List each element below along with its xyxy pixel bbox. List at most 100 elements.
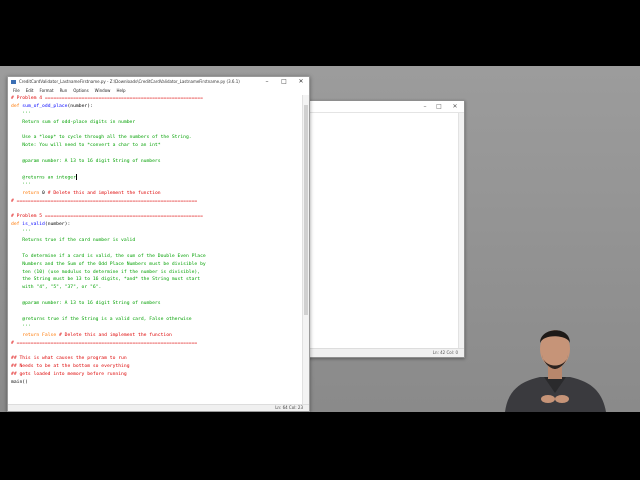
code-line[interactable]: @returns an integer [11,173,302,182]
editor-status-bar: Ln: 64 Col: 23 [8,404,309,411]
code-line[interactable]: the String must be 13 to 16 digits, *and… [11,276,302,284]
menu-edit[interactable]: Edit [23,87,37,95]
code-line[interactable] [11,127,302,135]
text-cursor [75,173,77,180]
code-token: @returns true if the String is a valid c… [11,316,192,322]
code-line[interactable]: # ======================================… [11,340,302,348]
code-token: ten (10) (use modulus to determine if th… [11,269,201,275]
code-line[interactable]: ## This is what causes the program to ru… [11,355,302,363]
code-line[interactable] [11,348,302,356]
code-token: sum_of_odd_place [22,103,68,109]
code-token: @returns an integer [11,175,76,181]
code-line[interactable]: main() [11,379,302,387]
code-token: To determine if a card is valid, the sum… [11,253,206,259]
code-line[interactable] [11,308,302,316]
code-line[interactable]: @param number: A 13 to 16 digit String o… [11,158,302,166]
code-token: Numbers and the Sum of the Odd Place Num… [11,261,206,267]
code-token: def [11,103,23,109]
code-line[interactable]: ten (10) (use modulus to determine if th… [11,269,302,277]
code-line[interactable]: ''' [11,111,302,119]
python-shell-window[interactable]: – □ ✕ Ln: 42 Col: 0 [300,100,465,358]
shell-maximize-button[interactable]: □ [434,101,444,112]
code-line[interactable]: Note: You will need to *convert a char t… [11,142,302,150]
code-token: @param number: A 13 to 16 digit String o… [11,159,161,165]
code-token: the String must be 13 to 16 digits, *and… [11,277,201,283]
shell-titlebar[interactable]: – □ ✕ [301,101,464,113]
code-token: ## This is what causes the program to ru… [11,356,127,362]
code-line[interactable] [11,205,302,213]
code-token: ''' [11,230,31,236]
code-line[interactable]: ''' [11,324,302,332]
code-line[interactable] [11,166,302,174]
code-token: ''' [11,182,31,188]
menu-help[interactable]: Help [113,87,128,95]
code-token: False [42,332,59,338]
desktop-area: – □ ✕ Ln: 42 Col: 0 CreditCardValidator_… [0,66,640,412]
code-line[interactable]: ''' [11,182,302,190]
code-line[interactable]: Returns true if the card number is valid [11,237,302,245]
code-line[interactable]: @returns true if the String is a valid c… [11,316,302,324]
code-token: (number): [44,222,71,228]
menu-run[interactable]: Run [57,87,71,95]
menu-bar: File Edit Format Run Options Window Help [8,87,309,95]
code-token: Note: You will need to *convert a char t… [11,143,161,149]
code-line[interactable]: ## Needs to be at the bottom so everythi… [11,363,302,371]
code-token: ''' [11,111,31,117]
code-line[interactable]: # Problem 4 ============================… [11,95,302,103]
editor-title: CreditCardValidator_LastnameFirstname.py… [19,79,240,84]
code-line[interactable]: Return sum of odd-place digits in number [11,119,302,127]
code-line[interactable]: @param number: A 13 to 16 digit String o… [11,300,302,308]
code-line[interactable]: return 0 # Delete this and implement the… [11,190,302,198]
menu-options[interactable]: Options [70,87,91,95]
code-token: # Delete this and implement the function [58,332,172,338]
code-line[interactable]: # Problem 5 ============================… [11,213,302,221]
code-token: ## gets loaded into memory before runnin… [11,372,127,378]
code-token: Returns true if the card number is valid [11,238,136,244]
code-token: def [11,222,23,228]
code-line[interactable] [11,150,302,158]
shell-scrollbar[interactable] [458,113,464,348]
code-token: # ======================================… [11,198,198,204]
code-line[interactable] [11,245,302,253]
shell-close-button[interactable]: ✕ [450,101,460,112]
code-line[interactable]: ''' [11,229,302,237]
editor-scrollbar[interactable] [302,95,309,404]
code-line[interactable]: Numbers and the Sum of the Odd Place Num… [11,261,302,269]
code-line[interactable]: # ======================================… [11,198,302,206]
code-line[interactable]: def is_valid(number): [11,221,302,229]
code-token: # ======================================… [11,340,198,346]
code-line[interactable] [11,292,302,300]
code-line[interactable]: To determine if a card is valid, the sum… [11,253,302,261]
code-line[interactable]: Use a *loop* to cycle through all the nu… [11,134,302,142]
code-editor-area[interactable]: # Problem 4 ============================… [8,95,302,404]
python-file-icon [11,80,16,84]
presenter-webcam [505,330,606,412]
code-token: @param number: A 13 to 16 digit String o… [11,301,161,307]
code-line[interactable]: return False # Delete this and implement… [11,332,302,340]
code-token: with "4", "5", "37", or "6". [11,285,102,291]
shell-status-bar: Ln: 42 Col: 0 [301,348,464,357]
code-token: (number): [67,103,93,109]
code-token: Use a *loop* to cycle through all the nu… [11,135,192,141]
menu-format[interactable]: Format [36,87,56,95]
editor-scrollbar-thumb[interactable] [304,105,308,315]
code-token: Return sum of odd-place digits in number [11,119,136,125]
editor-minimize-button[interactable]: – [261,77,273,87]
code-token: # Problem 5 ============================… [11,214,203,220]
code-token: # Delete this and implement the function [47,190,161,196]
code-line[interactable]: with "4", "5", "37", or "6". [11,284,302,292]
code-token: return [11,332,43,338]
code-line[interactable]: def sum_of_odd_place(number): [11,103,302,111]
code-token: return [11,190,43,196]
code-token: ## Needs to be at the bottom so everythi… [11,364,130,370]
editor-maximize-button[interactable]: □ [278,77,290,87]
code-token: main() [11,380,28,386]
editor-titlebar[interactable]: CreditCardValidator_LastnameFirstname.py… [8,77,309,87]
editor-close-button[interactable]: ✕ [295,77,307,87]
menu-file[interactable]: File [10,87,23,95]
code-line[interactable]: ## gets loaded into memory before runnin… [11,371,302,379]
editor-window[interactable]: CreditCardValidator_LastnameFirstname.py… [7,76,310,412]
menu-window[interactable]: Window [92,87,114,95]
code-token: ''' [11,324,31,330]
shell-minimize-button[interactable]: – [420,101,430,112]
